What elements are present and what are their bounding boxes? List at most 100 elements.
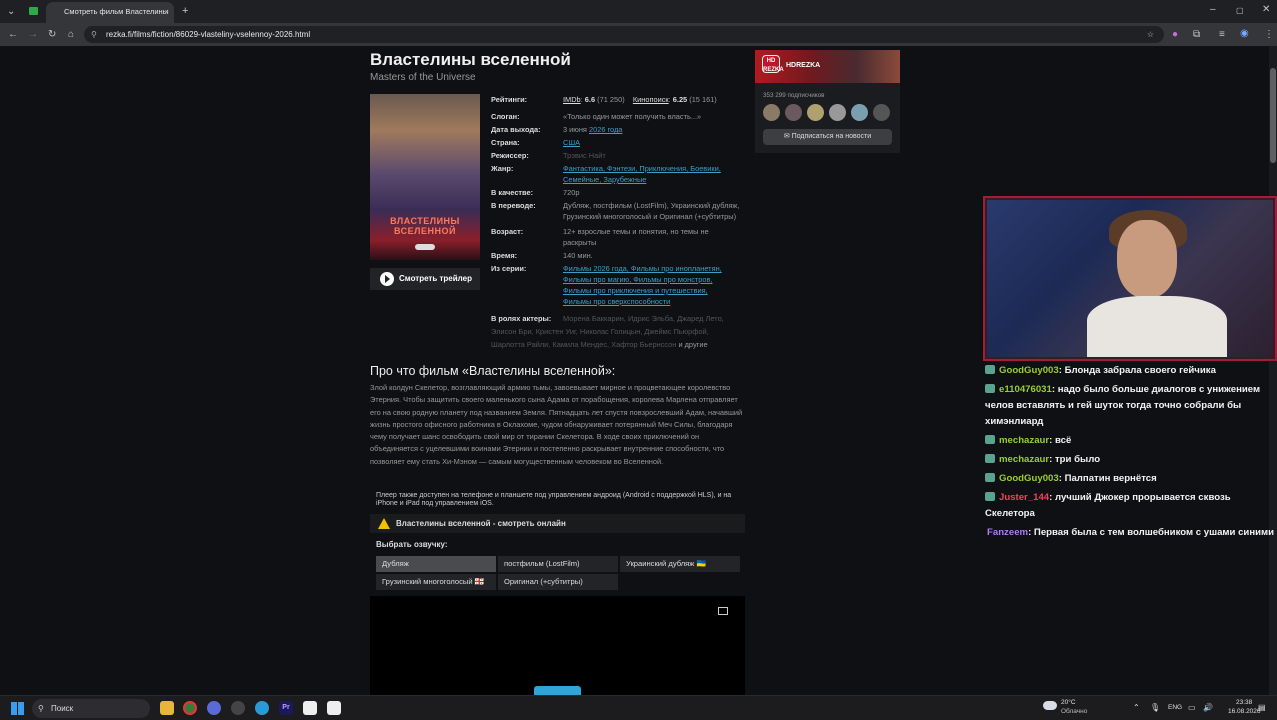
avatar[interactable] <box>873 104 890 121</box>
imdb-link[interactable]: IMDb <box>563 95 581 104</box>
vk-group-name[interactable]: HDREZKA <box>786 62 820 69</box>
series-links-3[interactable]: Фильмы про приключения и путешествия, <box>563 286 708 295</box>
translation-label: В переводе: <box>491 201 536 210</box>
translator-lostfilm[interactable]: постфильм (LostFilm) <box>498 556 618 572</box>
clock-date[interactable]: 16.08.2026 <box>1228 708 1261 715</box>
director-link[interactable]: Трэвис Найт <box>563 150 606 161</box>
network-icon[interactable]: ▭ <box>1188 703 1196 712</box>
vk-banner[interactable]: HD REZKA HDREZKA <box>755 50 900 83</box>
webcam-overlay <box>983 196 1277 361</box>
info-row-age: Возраст: 12+ взрослые темы и понятия, но… <box>491 226 741 248</box>
search-placeholder: Поиск <box>51 704 74 713</box>
language-indicator[interactable]: ENG <box>1168 704 1182 711</box>
stream-chat: GoodGuy003: Блонда забрала своего гейчик… <box>983 363 1277 544</box>
chrome-icon[interactable] <box>183 701 197 715</box>
weather-desc[interactable]: Облачно <box>1061 708 1087 715</box>
windows-start-icon[interactable] <box>11 702 24 715</box>
cloud-icon[interactable] <box>1043 701 1057 710</box>
avatar[interactable] <box>785 104 802 121</box>
taskbar-search[interactable]: ⚲ Поиск <box>32 699 150 718</box>
vk-subscribers: 353 299 подписчиков <box>763 92 825 99</box>
clock-time[interactable]: 23:38 <box>1236 699 1252 706</box>
scrollbar-thumb[interactable] <box>1270 68 1276 163</box>
tab-search-icon[interactable]: ⌄ <box>7 6 15 18</box>
series-links-4[interactable]: Фильмы про сверхспособности <box>563 297 670 306</box>
chat-username: GoodGuy003 <box>999 473 1059 484</box>
avatar[interactable] <box>763 104 780 121</box>
back-icon[interactable]: ← <box>8 29 18 41</box>
app-icon[interactable] <box>231 701 245 715</box>
translator-original[interactable]: Оригинал (+субтитры) <box>498 574 618 590</box>
close-window-icon[interactable]: ✕ <box>1262 4 1270 16</box>
home-icon[interactable]: ⌂ <box>68 29 74 41</box>
minimize-icon[interactable]: – <box>1210 4 1216 16</box>
app-icon[interactable] <box>327 701 341 715</box>
chat-text: : Блонда забрала своего гейчика <box>1058 365 1216 376</box>
actors-links-2[interactable]: Элисон Бри, Кристен Уиг, Николас Голицын… <box>491 326 709 337</box>
ratings-label: Рейтинги: <box>491 95 528 104</box>
chat-message: GoodGuy003: Палпатин вернётся <box>983 471 1277 487</box>
kinopoisk-votes: (15 161) <box>689 95 717 104</box>
maximize-icon[interactable]: ▢ <box>1236 5 1244 17</box>
extension-icon[interactable]: ● <box>1172 29 1178 41</box>
chat-username: mechazaur <box>999 454 1050 465</box>
tab-active[interactable]: Смотреть фильм Властелины × <box>46 2 174 23</box>
reading-list-icon[interactable]: ≡ <box>1219 29 1225 41</box>
file-explorer-icon[interactable] <box>160 701 174 715</box>
volume-icon[interactable]: 🔊 <box>1203 703 1213 712</box>
play-icon <box>380 272 394 286</box>
premiere-icon[interactable]: Pr <box>279 701 293 715</box>
time-value: 140 мин. <box>563 251 593 260</box>
obs-icon[interactable] <box>303 701 317 715</box>
profile-avatar-icon[interactable]: ◉ <box>1240 28 1249 40</box>
notifications-icon[interactable]: ▤ <box>1258 703 1266 712</box>
genre-links-2[interactable]: Семейные, Зарубежные <box>563 175 646 184</box>
chat-username: GoodGuy003 <box>999 365 1059 376</box>
tab-close-icon[interactable]: × <box>165 2 169 22</box>
extensions-puzzle-icon[interactable]: ⧉ <box>1193 29 1200 41</box>
reload-icon[interactable]: ↻ <box>48 29 56 41</box>
actors-links-3[interactable]: Шарлотта Райли, Камила Мендес, Хафтор Бь… <box>491 339 676 350</box>
chat-message: GoodGuy003: Блонда забрала своего гейчик… <box>983 363 1277 379</box>
new-tab-button[interactable]: + <box>182 5 188 17</box>
translator-dubbing[interactable]: Дубляж <box>376 556 496 572</box>
release-year-link[interactable]: 2026 года <box>589 125 622 134</box>
about-heading: Про что фильм «Властелины вселенной»: <box>370 364 616 378</box>
chat-badge-icon <box>985 384 995 393</box>
avatar[interactable] <box>807 104 824 121</box>
series-links-1[interactable]: Фильмы 2026 года, Фильмы про инопланетян… <box>563 264 722 273</box>
watch-trailer-button[interactable]: Смотреть трейлер <box>370 268 480 290</box>
avatar[interactable] <box>829 104 846 121</box>
tray-chevron-icon[interactable]: ⌃ <box>1133 703 1140 712</box>
actors-label: В ролях актеры: <box>491 314 552 323</box>
avatar[interactable] <box>851 104 868 121</box>
translator-ukrainian[interactable]: Украинский дубляж 🇺🇦 <box>620 556 740 572</box>
weather-temp[interactable]: 20°C <box>1061 699 1076 706</box>
info-row-director: Режиссер: Трэвис Найт <box>491 150 741 161</box>
slogan-label: Слоган: <box>491 112 520 121</box>
poster-logo <box>415 244 435 250</box>
video-player[interactable] <box>370 596 745 695</box>
pip-icon[interactable] <box>718 607 728 615</box>
vk-subscribe-button[interactable]: ✉ Подписаться на новости <box>763 129 892 145</box>
menu-dots-icon[interactable]: ⋮ <box>1264 29 1274 41</box>
address-bar[interactable]: ⚲ rezka.fi/films/fiction/86029-vlastelin… <box>84 26 1164 43</box>
kinopoisk-link[interactable]: Кинопоиск <box>633 95 669 104</box>
telegram-icon[interactable] <box>255 701 269 715</box>
site-info-icon[interactable]: ⚲ <box>91 26 97 43</box>
series-label: Из серии: <box>491 264 527 273</box>
film-info-table: Рейтинги: IMDb: 6.6 (71 250) Кинопоиск: … <box>491 94 741 352</box>
sheets-tab-icon[interactable] <box>29 7 38 15</box>
genre-links-1[interactable]: Фантастика, Фэнтези, Приключения, Боевик… <box>563 164 721 173</box>
bookmark-star-icon[interactable]: ☆ <box>1147 26 1154 43</box>
film-poster[interactable]: ВЛАСТЕЛИНЫ ВСЕЛЕННОЙ <box>370 94 480 260</box>
forward-icon[interactable]: → <box>28 29 38 41</box>
microphone-icon[interactable]: 🎙 <box>1150 703 1160 712</box>
translator-georgian[interactable]: Грузинский многоголосый 🇬🇪 <box>376 574 496 590</box>
country-link[interactable]: США <box>563 137 580 148</box>
actors-links-1[interactable]: Морена Баккарин, Идрис Эльба, Джаред Лет… <box>563 314 724 323</box>
chat-text: : всё <box>1049 435 1072 446</box>
app-icon[interactable] <box>207 701 221 715</box>
series-links-2[interactable]: Фильмы про магию, Фильмы про монстров, <box>563 275 712 284</box>
player-play-button[interactable] <box>534 686 581 695</box>
